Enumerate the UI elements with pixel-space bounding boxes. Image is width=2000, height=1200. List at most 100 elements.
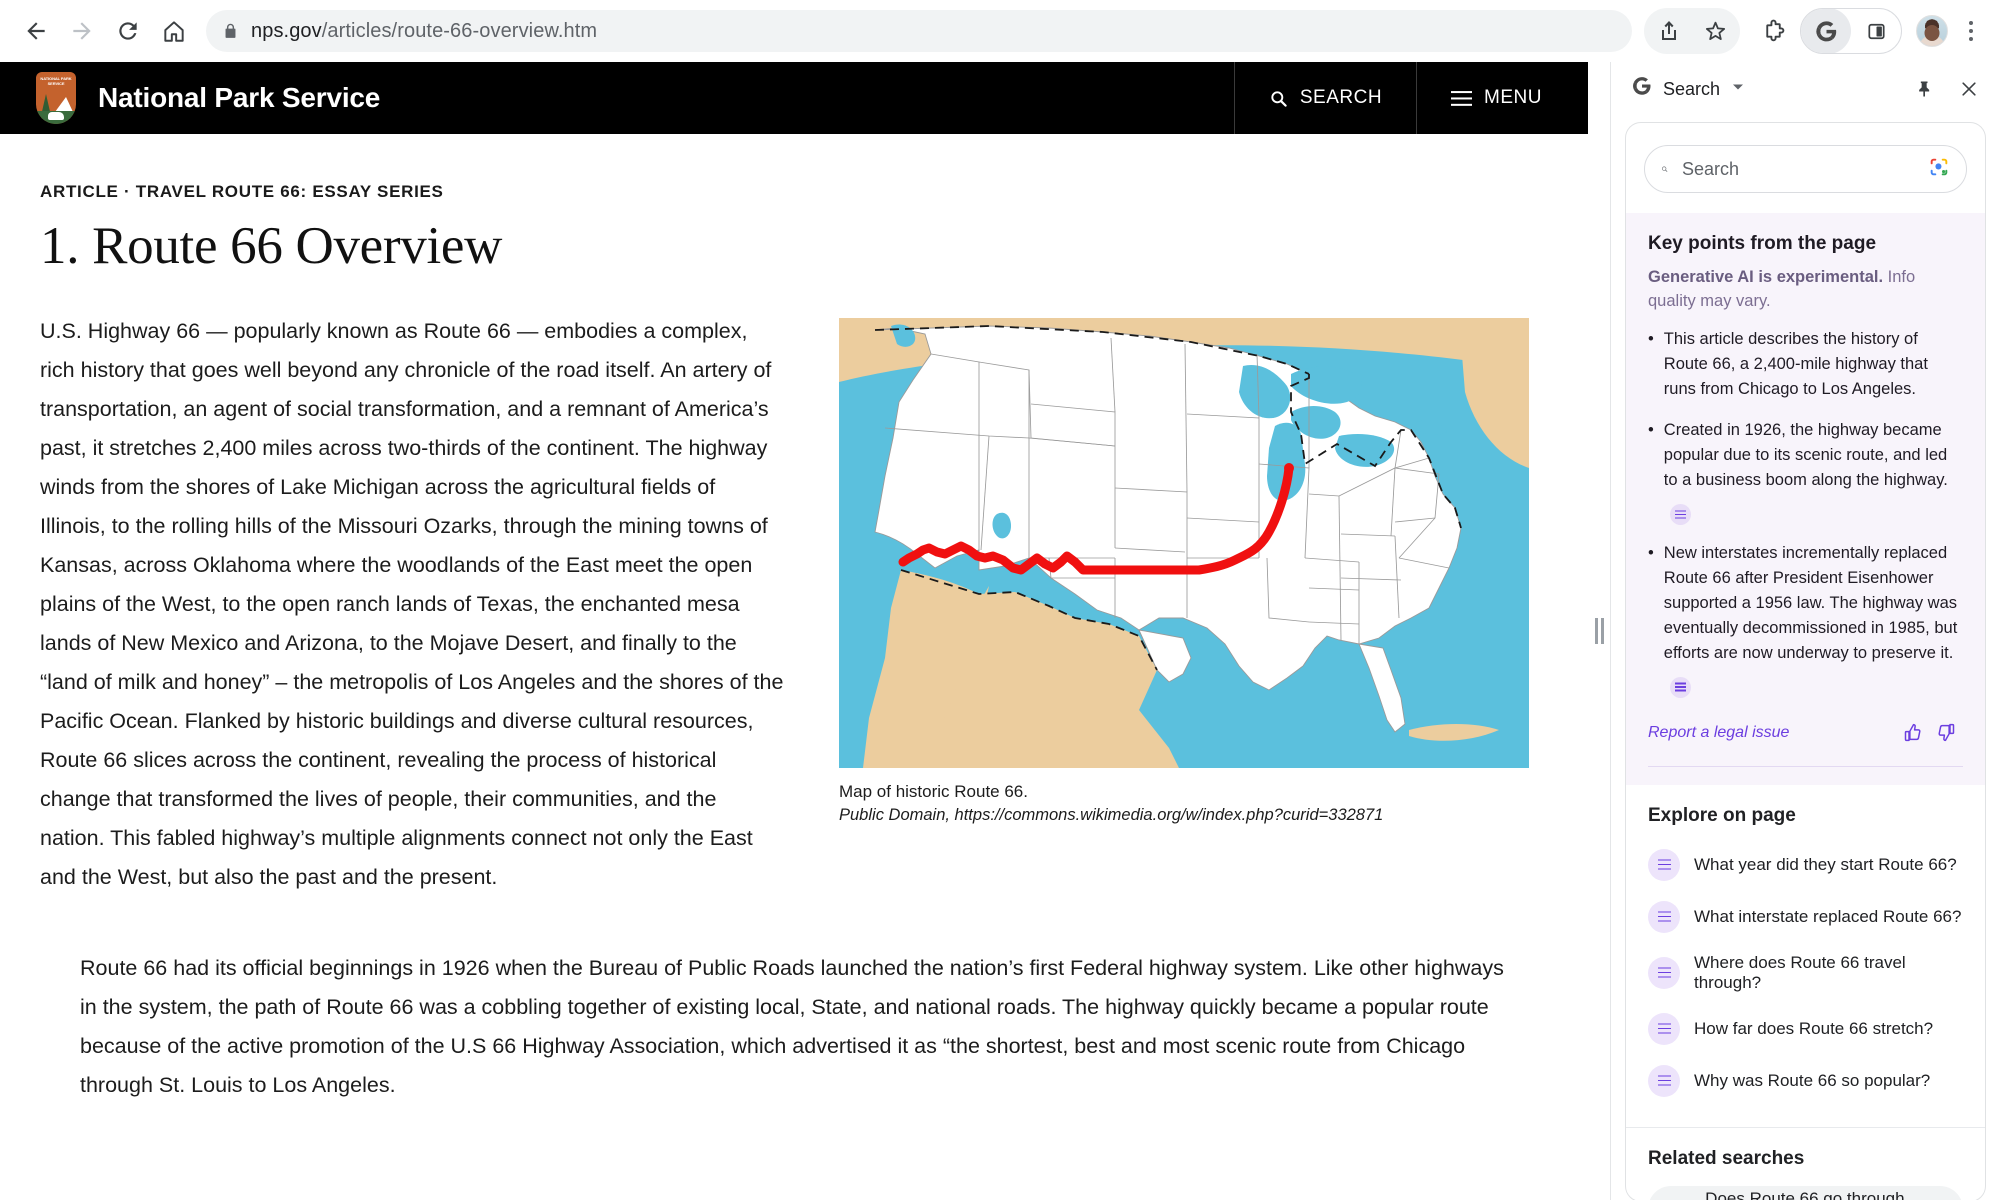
lock-icon (222, 23, 239, 40)
thumbs-up-button[interactable] (1895, 718, 1929, 748)
list-icon (1648, 900, 1680, 933)
share-bookmark-group (1644, 8, 1740, 54)
site-title: National Park Service (98, 82, 381, 113)
explore-item[interactable]: How far does Route 66 stretch? (1648, 1003, 1963, 1055)
explore-item-label: What year did they start Route 66? (1694, 854, 1957, 874)
extensions-button[interactable] (1750, 8, 1796, 54)
site-menu-label: MENU (1484, 87, 1542, 108)
hamburger-icon (1451, 90, 1473, 106)
thumbs-down-button[interactable] (1929, 718, 1963, 748)
side-panel-resize-handle[interactable] (1588, 62, 1610, 1200)
thumbs-up-icon (1904, 723, 1921, 742)
source-list-icon[interactable] (1669, 503, 1691, 525)
google-g-icon[interactable] (1801, 9, 1851, 53)
side-panel-icon[interactable] (1851, 9, 1901, 53)
side-panel-card: Key points from the page Generative AI i… (1625, 122, 1986, 1200)
puzzle-icon (1765, 19, 1784, 41)
explore-on-page-section: Explore on page What year did they start… (1626, 784, 1985, 1121)
url-path: /articles/route-66-overview.htm (321, 19, 598, 42)
side-panel-header: Search (1611, 62, 2000, 116)
related-searches-section: Related searches Does Route 66 go throug… (1626, 1128, 1985, 1200)
key-points-list: • This article describes the history of … (1648, 327, 1963, 698)
site-search-button[interactable]: SEARCH (1233, 62, 1416, 134)
bookmark-button[interactable] (1692, 8, 1738, 54)
bullet-icon: • (1648, 330, 1654, 348)
search-input[interactable] (1682, 158, 1914, 180)
forward-button[interactable] (60, 9, 104, 53)
article-paragraph-2: Route 66 had its official beginnings in … (80, 956, 1504, 1097)
drag-grip-icon (1594, 618, 1604, 644)
key-points-title: Key points from the page (1648, 233, 1877, 254)
key-points-section: Key points from the page Generative AI i… (1626, 213, 1985, 785)
explore-item-label: Where does Route 66 travel through? (1694, 952, 1906, 992)
side-panel-title: Search (1663, 78, 1721, 99)
address-bar[interactable]: nps.gov/articles/route-66-overview.htm (206, 10, 1632, 52)
explore-item-label: Why was Route 66 so popular? (1694, 1070, 1931, 1090)
divider (1648, 765, 1963, 767)
key-point-item: • Created in 1926, the highway became po… (1648, 418, 1963, 525)
key-point-text: New interstates incrementally replaced R… (1663, 543, 1958, 662)
article-paragraph-1: U.S. Highway 66 — popularly known as Rou… (40, 319, 784, 889)
page-title: 1. Route 66 Overview (40, 217, 503, 275)
search-icon (1271, 90, 1287, 107)
share-icon (1662, 21, 1676, 40)
chevron-down-icon[interactable] (1732, 80, 1744, 98)
avatar[interactable] (1916, 15, 1948, 47)
google-lens-icon[interactable] (1928, 156, 1950, 183)
source-list-icon[interactable] (1669, 676, 1691, 698)
arrow-left-icon (27, 22, 45, 40)
search-bar[interactable] (1644, 145, 1967, 193)
close-button[interactable] (1952, 72, 1986, 106)
star-icon (1705, 21, 1725, 40)
pin-button[interactable] (1908, 72, 1942, 106)
site-nav-actions: SEARCH MENU (1233, 62, 1588, 134)
list-icon (1648, 1064, 1680, 1097)
ai-disclaimer-bold: Generative AI is experimental. (1648, 268, 1884, 286)
toolbar-actions (1644, 8, 1986, 54)
url-text: nps.gov/articles/route-66-overview.htm (251, 20, 597, 43)
key-point-text: This article describes the history of Ro… (1663, 330, 1928, 398)
report-legal-issue-link[interactable]: Report a legal issue (1648, 724, 1789, 742)
kebab-menu-icon[interactable] (1956, 8, 1986, 54)
url-host: nps.gov (251, 19, 322, 42)
related-search-label: Does Route 66 go through Vegas? (1705, 1188, 1905, 1200)
back-button[interactable] (14, 9, 58, 53)
list-icon (1648, 1012, 1680, 1045)
article-body-column: U.S. Highway 66 — popularly known as Rou… (40, 312, 785, 897)
list-icon (1648, 848, 1680, 881)
nps-arrowhead-logo: NATIONAL PARK SERVICE (36, 72, 76, 124)
list-icon (1648, 956, 1680, 989)
google-g-icon (1631, 75, 1653, 103)
article-columns: U.S. Highway 66 — popularly known as Rou… (40, 312, 1548, 897)
key-point-text-wrap: Created in 1926, the highway became popu… (1664, 418, 1963, 525)
site-brand[interactable]: NATIONAL PARK SERVICE National Park Serv… (0, 72, 380, 124)
home-button[interactable] (152, 9, 196, 53)
figure-caption: Map of historic Route 66. Public Domain,… (839, 782, 1548, 825)
google-search-side-panel-toggle[interactable] (1800, 8, 1902, 54)
site-menu-button[interactable]: MENU (1416, 62, 1588, 134)
logo-inner-text: NATIONAL PARK SERVICE (40, 76, 72, 86)
thumbs-down-icon (1937, 723, 1954, 742)
browser-toolbar: nps.gov/articles/route-66-overview.htm (0, 0, 2000, 62)
article-figure: Map of historic Route 66. Public Domain,… (839, 312, 1548, 897)
key-points-footer: Report a legal issue (1648, 714, 1963, 750)
explore-item[interactable]: What year did they start Route 66? (1648, 839, 1963, 891)
pin-icon (1919, 81, 1930, 97)
google-search-side-panel: Search Search Key points from the page G… (1610, 62, 2000, 1200)
explore-title: Explore on page (1648, 804, 1796, 826)
reload-button[interactable] (106, 9, 150, 53)
map-of-historic-route-66 (839, 318, 1529, 768)
arrow-right-icon (73, 22, 91, 40)
key-point-item: • New interstates incrementally replaced… (1648, 541, 1963, 698)
article-kicker: ARTICLE · TRAVEL ROUTE 66: ESSAY SERIES (40, 182, 444, 201)
related-search-chip[interactable]: Does Route 66 go through Vegas? (1648, 1185, 1963, 1200)
share-button[interactable] (1646, 8, 1692, 54)
home-icon (164, 21, 184, 42)
explore-item[interactable]: What interstate replaced Route 66? (1648, 891, 1963, 943)
explore-item[interactable]: Why was Route 66 so popular? (1648, 1055, 1963, 1107)
site-search-label: SEARCH (1299, 87, 1383, 108)
explore-item[interactable]: Where does Route 66 travel through? (1648, 943, 1963, 1003)
explore-item-label: How far does Route 66 stretch? (1694, 1018, 1934, 1038)
key-point-item: • This article describes the history of … (1648, 327, 1963, 402)
explore-item-label: What interstate replaced Route 66? (1694, 906, 1962, 926)
